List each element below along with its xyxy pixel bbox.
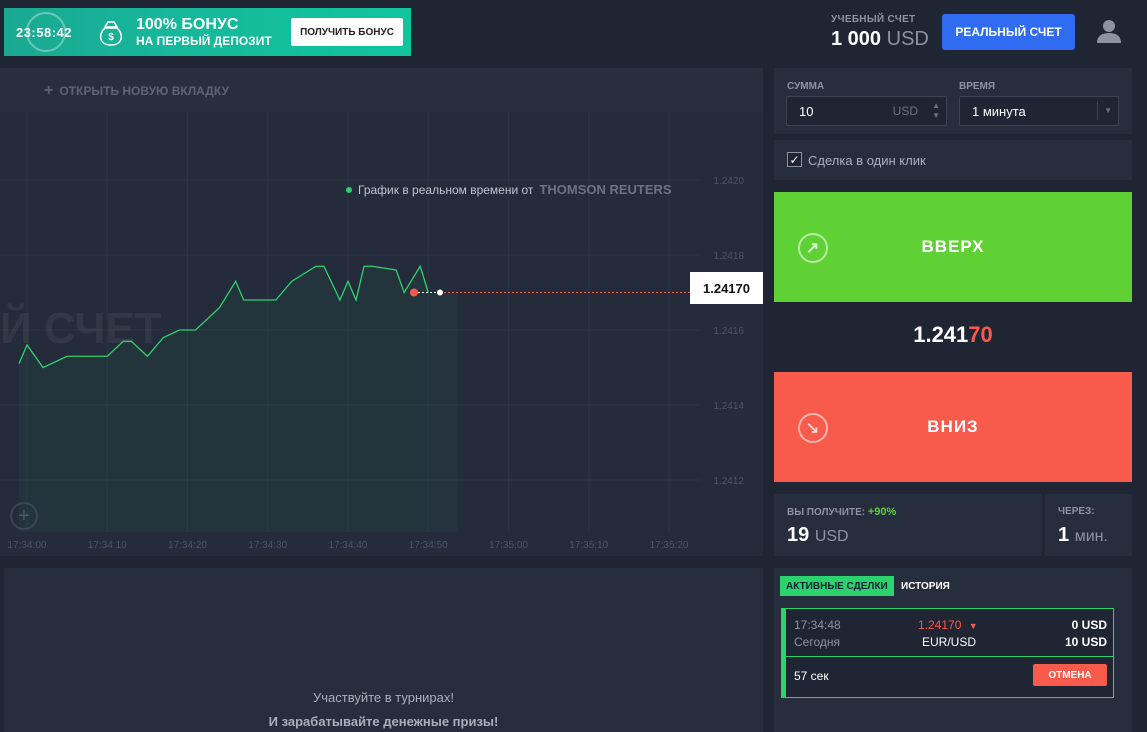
sum-value: 10 [799, 103, 814, 119]
one-click-checkbox[interactable]: ✓ [787, 152, 802, 167]
stepper-arrows-icon[interactable]: ▲ ▼ [932, 101, 940, 121]
chevron-down-icon: ▼ [1104, 106, 1112, 115]
x-tick-label: 17:34:20 [168, 540, 207, 551]
chart-tab-bar: + ОТКРЫТЬ НОВУЮ ВКЛАДКУ [0, 68, 763, 112]
real-account-button[interactable]: РЕАЛЬНЫЙ СЧЕТ [942, 14, 1075, 50]
current-price-point [437, 289, 443, 296]
up-button[interactable]: ↗ ВВЕРХ [774, 192, 1132, 302]
zoom-plus-icon[interactable]: + [10, 502, 38, 530]
price-tail: 70 [968, 322, 993, 347]
y-tick-label: 1.2416 [713, 326, 744, 337]
y-tick-label: 1.2414 [713, 401, 744, 412]
tournament-line2: И зарабатывайте денежные призы! [268, 714, 499, 729]
payout-percent: +90% [867, 506, 897, 518]
chart-panel: + ОТКРЫТЬ НОВУЮ ВКЛАДКУ 1.2420 1.2418 1.241… [0, 68, 763, 556]
time-value: 1 минута [972, 103, 1026, 119]
payout-box: ВЫ ПОЛУЧИТЕ: +90% 19 USD [774, 494, 1042, 556]
arrow-down-right-icon: ↘ [798, 413, 828, 443]
x-tick-label: 17:34:50 [409, 540, 448, 551]
one-click-label: Сделка в один клик [808, 153, 926, 168]
cancel-deal-button[interactable]: ОТМЕНА [1033, 664, 1107, 686]
expiry-label: ЧЕРЕЗ: [1058, 506, 1095, 517]
trade-params-box: СУММА 10 USD ▲ ▼ ВРЕМЯ 1 минута ▼ [774, 68, 1132, 134]
payout-currency: USD [814, 528, 849, 545]
sum-currency: USD [892, 104, 918, 118]
chart-source: График в реальном времени от THOMSON REU… [346, 182, 672, 197]
get-bonus-button[interactable]: ПОЛУЧИТЬ БОНУС [291, 18, 403, 46]
price-area-tail [428, 292, 459, 532]
x-tick-label: 17:35:10 [569, 540, 608, 551]
time-label: ВРЕМЯ [959, 81, 996, 92]
payout-label-text: ВЫ ПОЛУЧИТЕ: [787, 507, 866, 518]
deal-card[interactable]: 17:34:48 Сегодня 1.24170 ▼ EUR/USD 0 USD… [781, 608, 1114, 698]
deal-day: Сегодня [794, 635, 840, 649]
open-new-tab[interactable]: + ОТКРЫТЬ НОВУЮ ВКЛАДКУ [44, 82, 229, 100]
chart-source-text: График в реальном времени от [358, 182, 534, 197]
svg-text:$: $ [108, 32, 114, 43]
down-button[interactable]: ↘ ВНИЗ [774, 372, 1132, 482]
tab-active-deals[interactable]: АКТИВНЫЕ СДЕЛКИ [780, 576, 894, 596]
payout-label: ВЫ ПОЛУЧИТЕ: +90% [787, 506, 896, 518]
x-tick-label: 17:34:40 [329, 540, 368, 551]
live-dot-icon [346, 186, 352, 193]
arrow-down-icon: ▼ [968, 621, 978, 631]
deal-profit: 0 USD [1071, 618, 1107, 632]
one-click-box: ✓ Сделка в один клик [774, 140, 1132, 180]
promo-timer: 23:58:42 [15, 24, 73, 40]
deal-entry-point [410, 288, 418, 297]
expiry-unit: мин. [1074, 528, 1108, 545]
bonus-banner[interactable]: 23:58:42 $ 100% БОНУС НА ПЕРВЫЙ ДЕПОЗИТ … [4, 8, 411, 56]
payout-value: 19 USD [787, 524, 849, 547]
y-tick-label: 1.2412 [713, 476, 744, 487]
tournament-panel: Участвуйте в турнирах! И зарабатывайте д… [4, 568, 763, 732]
down-button-label: ВНИЗ [927, 417, 979, 436]
time-select[interactable]: 1 минута ▼ [959, 96, 1119, 126]
x-tick-label: 17:34:00 [8, 540, 47, 551]
deal-price: 1.24170 ▼ [918, 618, 978, 632]
promo-title: 100% БОНУС [136, 16, 239, 33]
sum-input[interactable]: 10 USD ▲ ▼ [786, 96, 947, 126]
expiry-box: ЧЕРЕЗ: 1 мин. [1045, 494, 1132, 556]
user-avatar-icon[interactable] [1095, 17, 1123, 45]
top-bar: 23:58:42 $ 100% БОНУС НА ПЕРВЫЙ ДЕПОЗИТ … [0, 0, 1147, 64]
open-new-tab-label: ОТКРЫТЬ НОВУЮ ВКЛАДКУ [59, 84, 229, 98]
demo-account-label: УЧЕБНЫЙ СЧЕТ [831, 14, 916, 25]
price-main: 1.241 [913, 322, 969, 347]
x-tick-label: 17:35:20 [650, 540, 689, 551]
deal-divider [786, 656, 1114, 657]
deal-remaining: 57 сек [794, 669, 829, 683]
x-tick-label: 17:35:00 [489, 540, 528, 551]
promo-subtitle: НА ПЕРВЫЙ ДЕПОЗИТ [136, 34, 272, 48]
deal-amount: 10 USD [1064, 635, 1107, 649]
sum-label: СУММА [787, 81, 825, 92]
current-price-tag: 1.24170 [690, 272, 763, 304]
balance-currency: USD [886, 28, 929, 50]
demo-balance: 1 000 USD [831, 28, 929, 51]
up-button-label: ВВЕРХ [921, 237, 985, 256]
tournament-line1: Участвуйте в турнирах! [313, 690, 454, 705]
current-price: 1.24170 [774, 322, 1132, 348]
x-tick-label: 17:34:10 [88, 540, 127, 551]
deal-pair: EUR/USD [922, 635, 977, 649]
y-tick-label: 1.2418 [713, 251, 744, 262]
deal-time: 17:34:48 [794, 618, 841, 632]
plus-icon: + [44, 82, 54, 99]
expiry-amount: 1 [1058, 524, 1070, 546]
money-bag-icon: $ [99, 21, 123, 46]
deal-status-bar [782, 609, 786, 697]
tab-history[interactable]: ИСТОРИЯ [901, 581, 950, 592]
price-chart[interactable]: 1.2420 1.2418 1.2416 1.2414 1.2412 17:34:00 17… [0, 112, 763, 556]
balance-amount: 1 000 [831, 28, 882, 50]
x-tick-label: 17:34:30 [248, 540, 287, 551]
select-divider [1097, 102, 1098, 120]
deal-price-value: 1.24170 [918, 618, 962, 632]
y-tick-label: 1.2420 [713, 176, 744, 187]
account-watermark: Й СЧЕТ [0, 304, 162, 353]
arrow-up-right-icon: ↗ [798, 233, 828, 263]
expiry-value: 1 мин. [1058, 524, 1108, 547]
reuters-logo: THOMSON REUTERS [539, 182, 672, 197]
payout-amount: 19 [787, 524, 810, 546]
deals-panel: АКТИВНЫЕ СДЕЛКИ ИСТОРИЯ 17:34:48 Сегодня… [774, 568, 1132, 732]
